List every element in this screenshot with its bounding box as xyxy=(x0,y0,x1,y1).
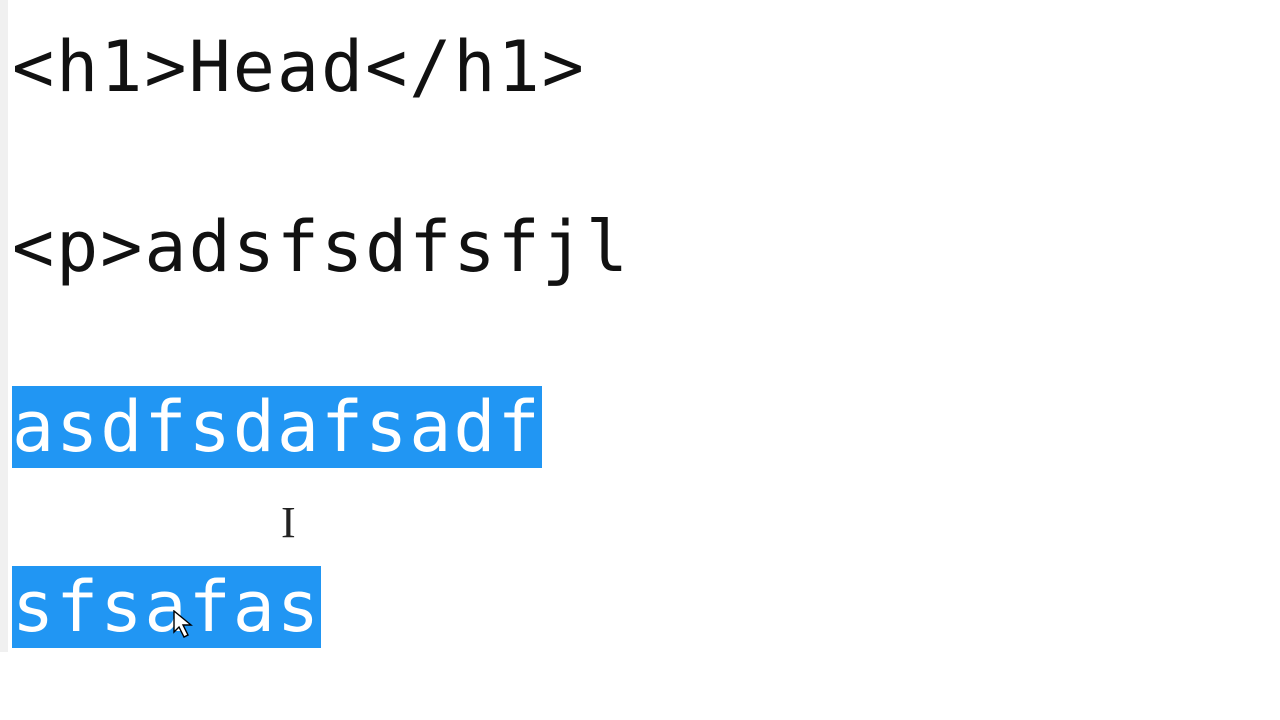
code-line[interactable]: <h1>Head</h1> xyxy=(12,22,1280,112)
text-cursor-icon: I xyxy=(281,478,298,568)
code-line[interactable]: <p>adsfsdfsfjl xyxy=(12,202,1280,292)
code-text: <p>adsfsdfsfjl xyxy=(12,206,630,288)
selected-text[interactable]: sfsafas xyxy=(12,566,321,648)
code-line[interactable]: sfsafas xyxy=(12,562,1280,652)
code-editor[interactable]: <h1>Head</h1> <p>adsfsdfsfjl asdfsdafsad… xyxy=(8,0,1280,720)
code-line[interactable]: asdfsdafsadf xyxy=(12,382,1280,472)
selected-text[interactable]: asdfsdafsadf xyxy=(12,386,542,468)
